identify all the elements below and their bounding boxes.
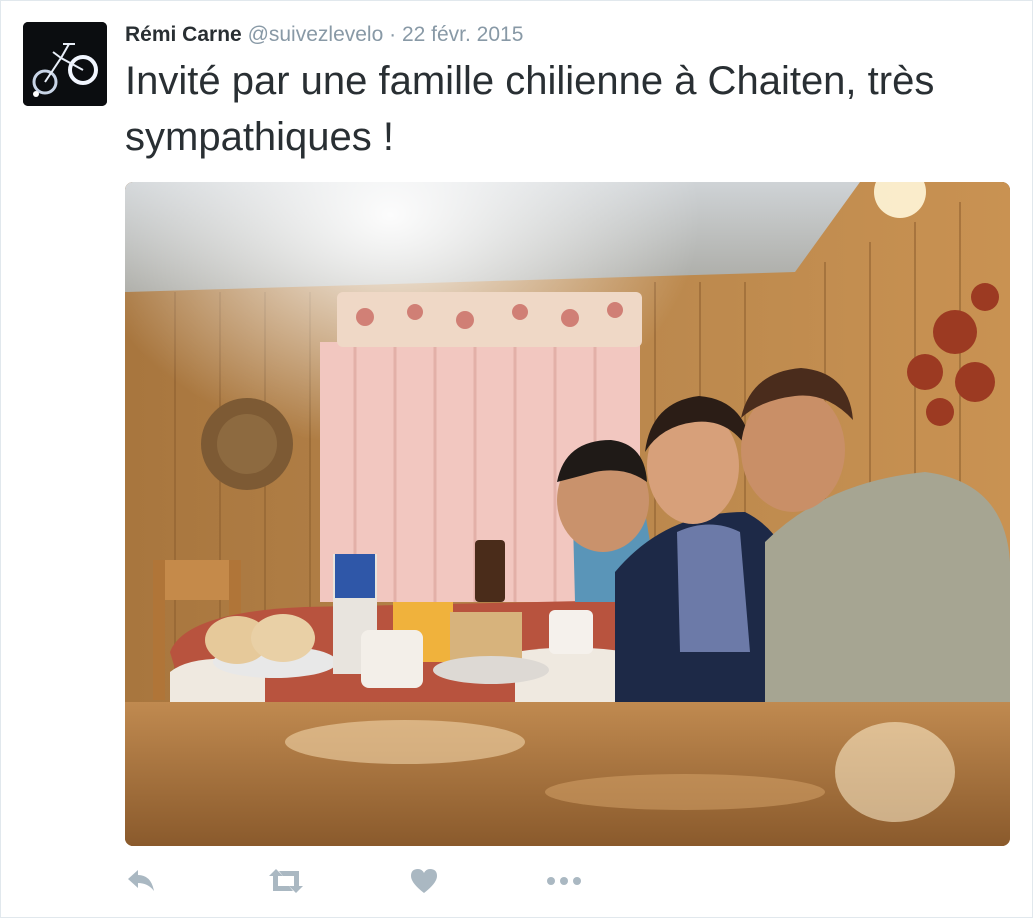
header-separator: ·	[389, 23, 397, 46]
reply-button[interactable]	[125, 863, 169, 899]
tweet-timestamp[interactable]: 22 févr. 2015	[402, 23, 523, 46]
tweet-header: Rémi Carne @suivezlevelo · 22 févr. 2015	[125, 21, 523, 49]
user-fullname[interactable]: Rémi Carne	[125, 23, 242, 46]
more-button[interactable]	[546, 863, 590, 899]
tweet-card: Rémi Carne @suivezlevelo · 22 févr. 2015…	[0, 0, 1033, 918]
retweet-button[interactable]	[267, 863, 311, 899]
photo-illustration	[125, 182, 1010, 846]
user-handle[interactable]: @suivezlevelo	[248, 23, 384, 46]
like-button[interactable]	[410, 863, 454, 899]
reply-icon	[128, 870, 154, 891]
retweet-icon	[269, 869, 303, 893]
tweet-photo[interactable]	[125, 182, 1010, 846]
tweet-text: Invité par une famille chilienne à Chait…	[125, 59, 935, 159]
avatar[interactable]	[23, 22, 107, 106]
more-icon	[547, 877, 581, 885]
bicycle-icon	[23, 22, 107, 106]
heart-icon	[411, 869, 437, 893]
